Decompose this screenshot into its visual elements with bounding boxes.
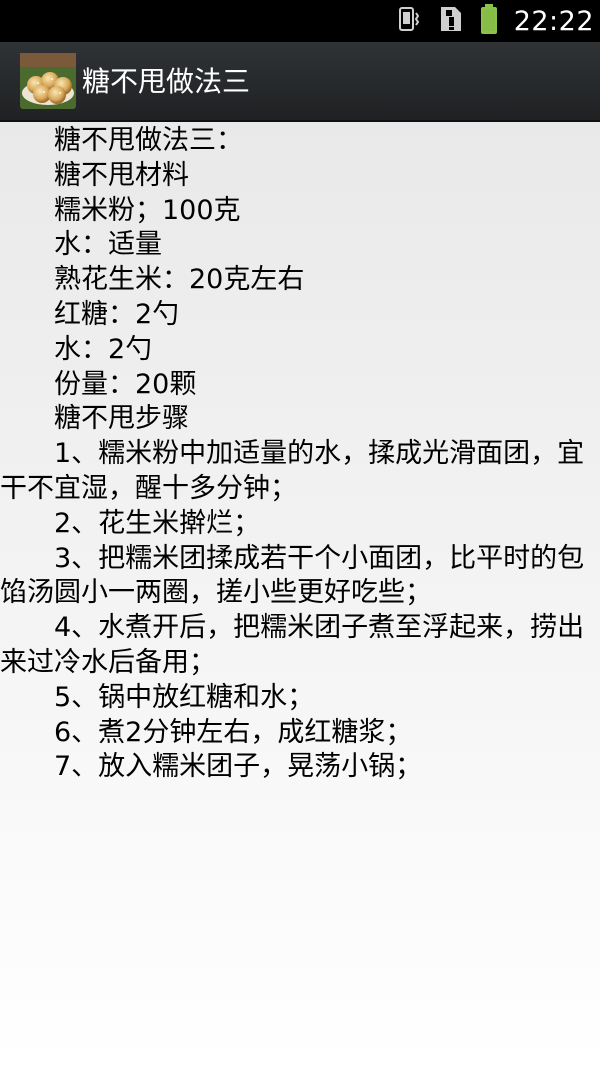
status-bar: 22:22	[0, 0, 600, 42]
sim-alert-icon	[438, 4, 464, 38]
action-bar: 糖不甩做法三	[0, 42, 600, 122]
food-thumbnail-icon[interactable]	[20, 53, 76, 109]
page-title: 糖不甩做法三	[82, 65, 251, 98]
battery-icon	[480, 3, 498, 39]
recipe-text: 糖不甩做法三： 糖不甩材料 糯米粉；100克 水：适量 熟花生米：20克左右 红…	[0, 125, 585, 783]
vibrate-icon	[396, 4, 422, 38]
status-icons: 22:22	[396, 0, 594, 42]
status-time: 22:22	[513, 5, 594, 37]
